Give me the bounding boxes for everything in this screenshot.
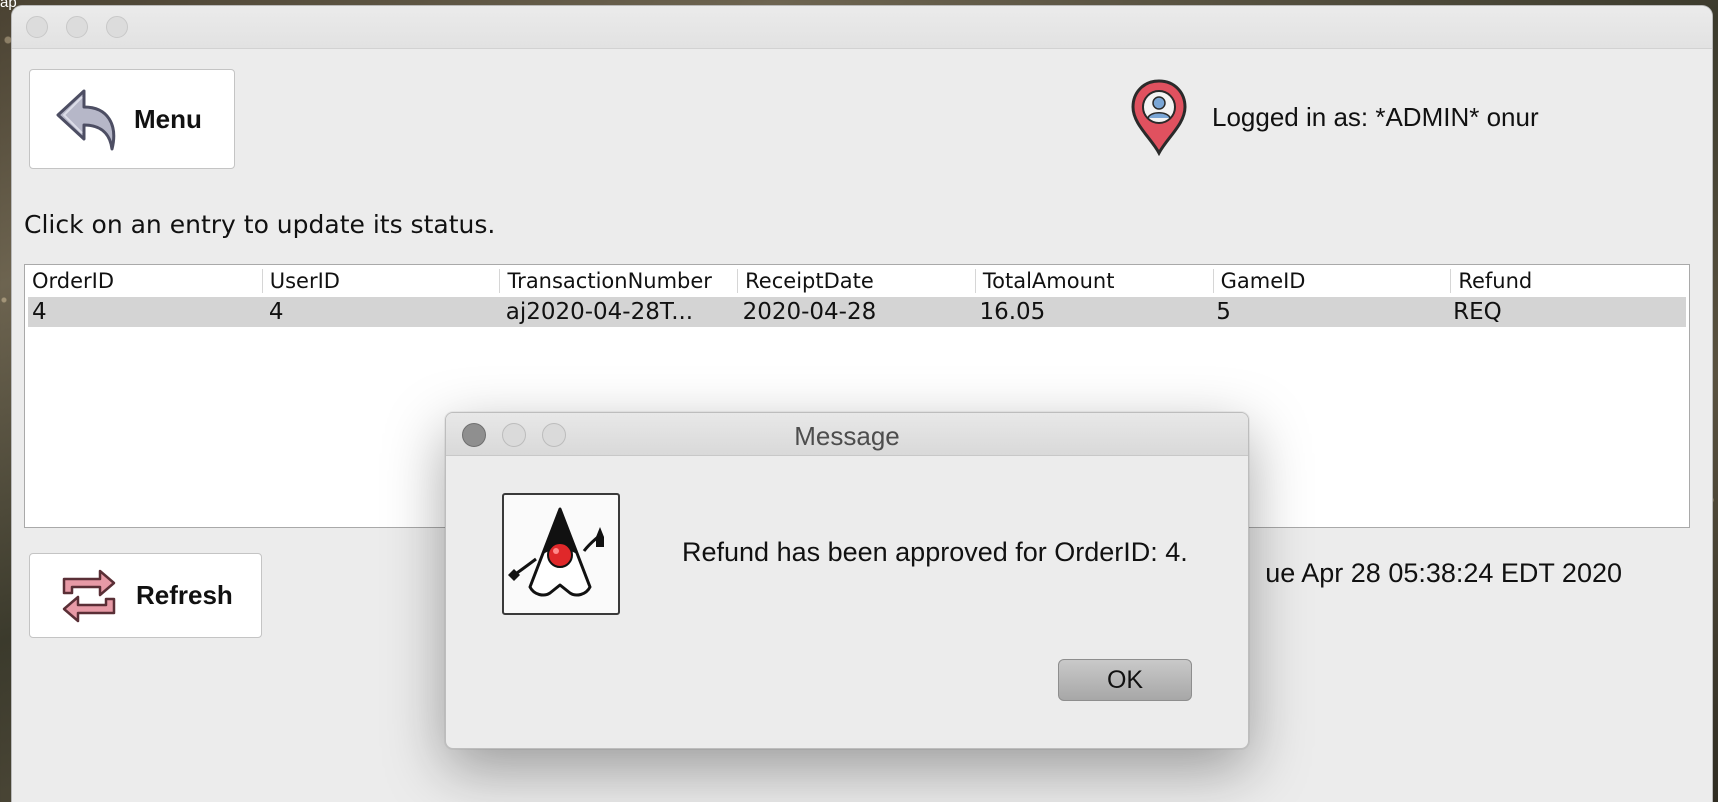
- dialog-titlebar: Message: [446, 413, 1248, 456]
- table-cell: aj2020-04-28T...: [505, 299, 694, 325]
- window-titlebar: [12, 6, 1712, 49]
- window-minimize-button[interactable]: [66, 16, 88, 38]
- table-cell: REQ: [1453, 299, 1502, 325]
- refresh-icon: [56, 563, 122, 629]
- table-row[interactable]: 4 4 aj2020-04-28T... 2020-04-28 16.05 5 …: [28, 297, 1686, 327]
- column-header[interactable]: OrderID: [25, 269, 263, 293]
- column-header[interactable]: TotalAmount: [976, 269, 1214, 293]
- message-dialog: Message Refund has been approved for Ord…: [445, 412, 1249, 749]
- logged-in-label: Logged in as: *ADMIN* onur: [1212, 101, 1539, 132]
- timestamp-container: ue Apr 28 05:38:24 EDT 2020: [1242, 558, 1622, 598]
- menu-button[interactable]: Menu: [29, 69, 235, 169]
- back-arrow-icon: [54, 85, 122, 153]
- dialog-title: Message: [794, 421, 900, 451]
- table-cell: 16.05: [979, 299, 1046, 325]
- column-header[interactable]: TransactionNumber: [500, 269, 739, 293]
- user-location-pin-icon: [1130, 78, 1188, 156]
- table-header: OrderID UserID TransactionNumber Receipt…: [25, 265, 1689, 297]
- column-header[interactable]: UserID: [263, 269, 501, 293]
- table-cell: 2020-04-28: [742, 299, 877, 325]
- column-header[interactable]: Refund: [1451, 269, 1689, 293]
- user-info: Logged in as: *ADMIN* onur: [1130, 78, 1539, 156]
- window-maximize-button[interactable]: [106, 16, 128, 38]
- table-cell: 4: [32, 299, 47, 325]
- java-duke-icon: [502, 493, 620, 615]
- instructions-text: Click on an entry to update its status.: [24, 210, 496, 239]
- refresh-button[interactable]: Refresh: [29, 553, 262, 638]
- column-header[interactable]: GameID: [1214, 269, 1452, 293]
- window-close-button[interactable]: [26, 16, 48, 38]
- table-cell: 5: [1216, 299, 1231, 325]
- timestamp-text: ue Apr 28 05:38:24 EDT 2020: [1265, 558, 1622, 588]
- column-header[interactable]: ReceiptDate: [738, 269, 976, 293]
- menu-button-label: Menu: [134, 103, 202, 134]
- refresh-button-label: Refresh: [136, 580, 233, 610]
- table-cell: 4: [268, 299, 284, 325]
- ok-button[interactable]: OK: [1058, 659, 1192, 701]
- dialog-message: Refund has been approved for OrderID: 4.: [682, 537, 1188, 567]
